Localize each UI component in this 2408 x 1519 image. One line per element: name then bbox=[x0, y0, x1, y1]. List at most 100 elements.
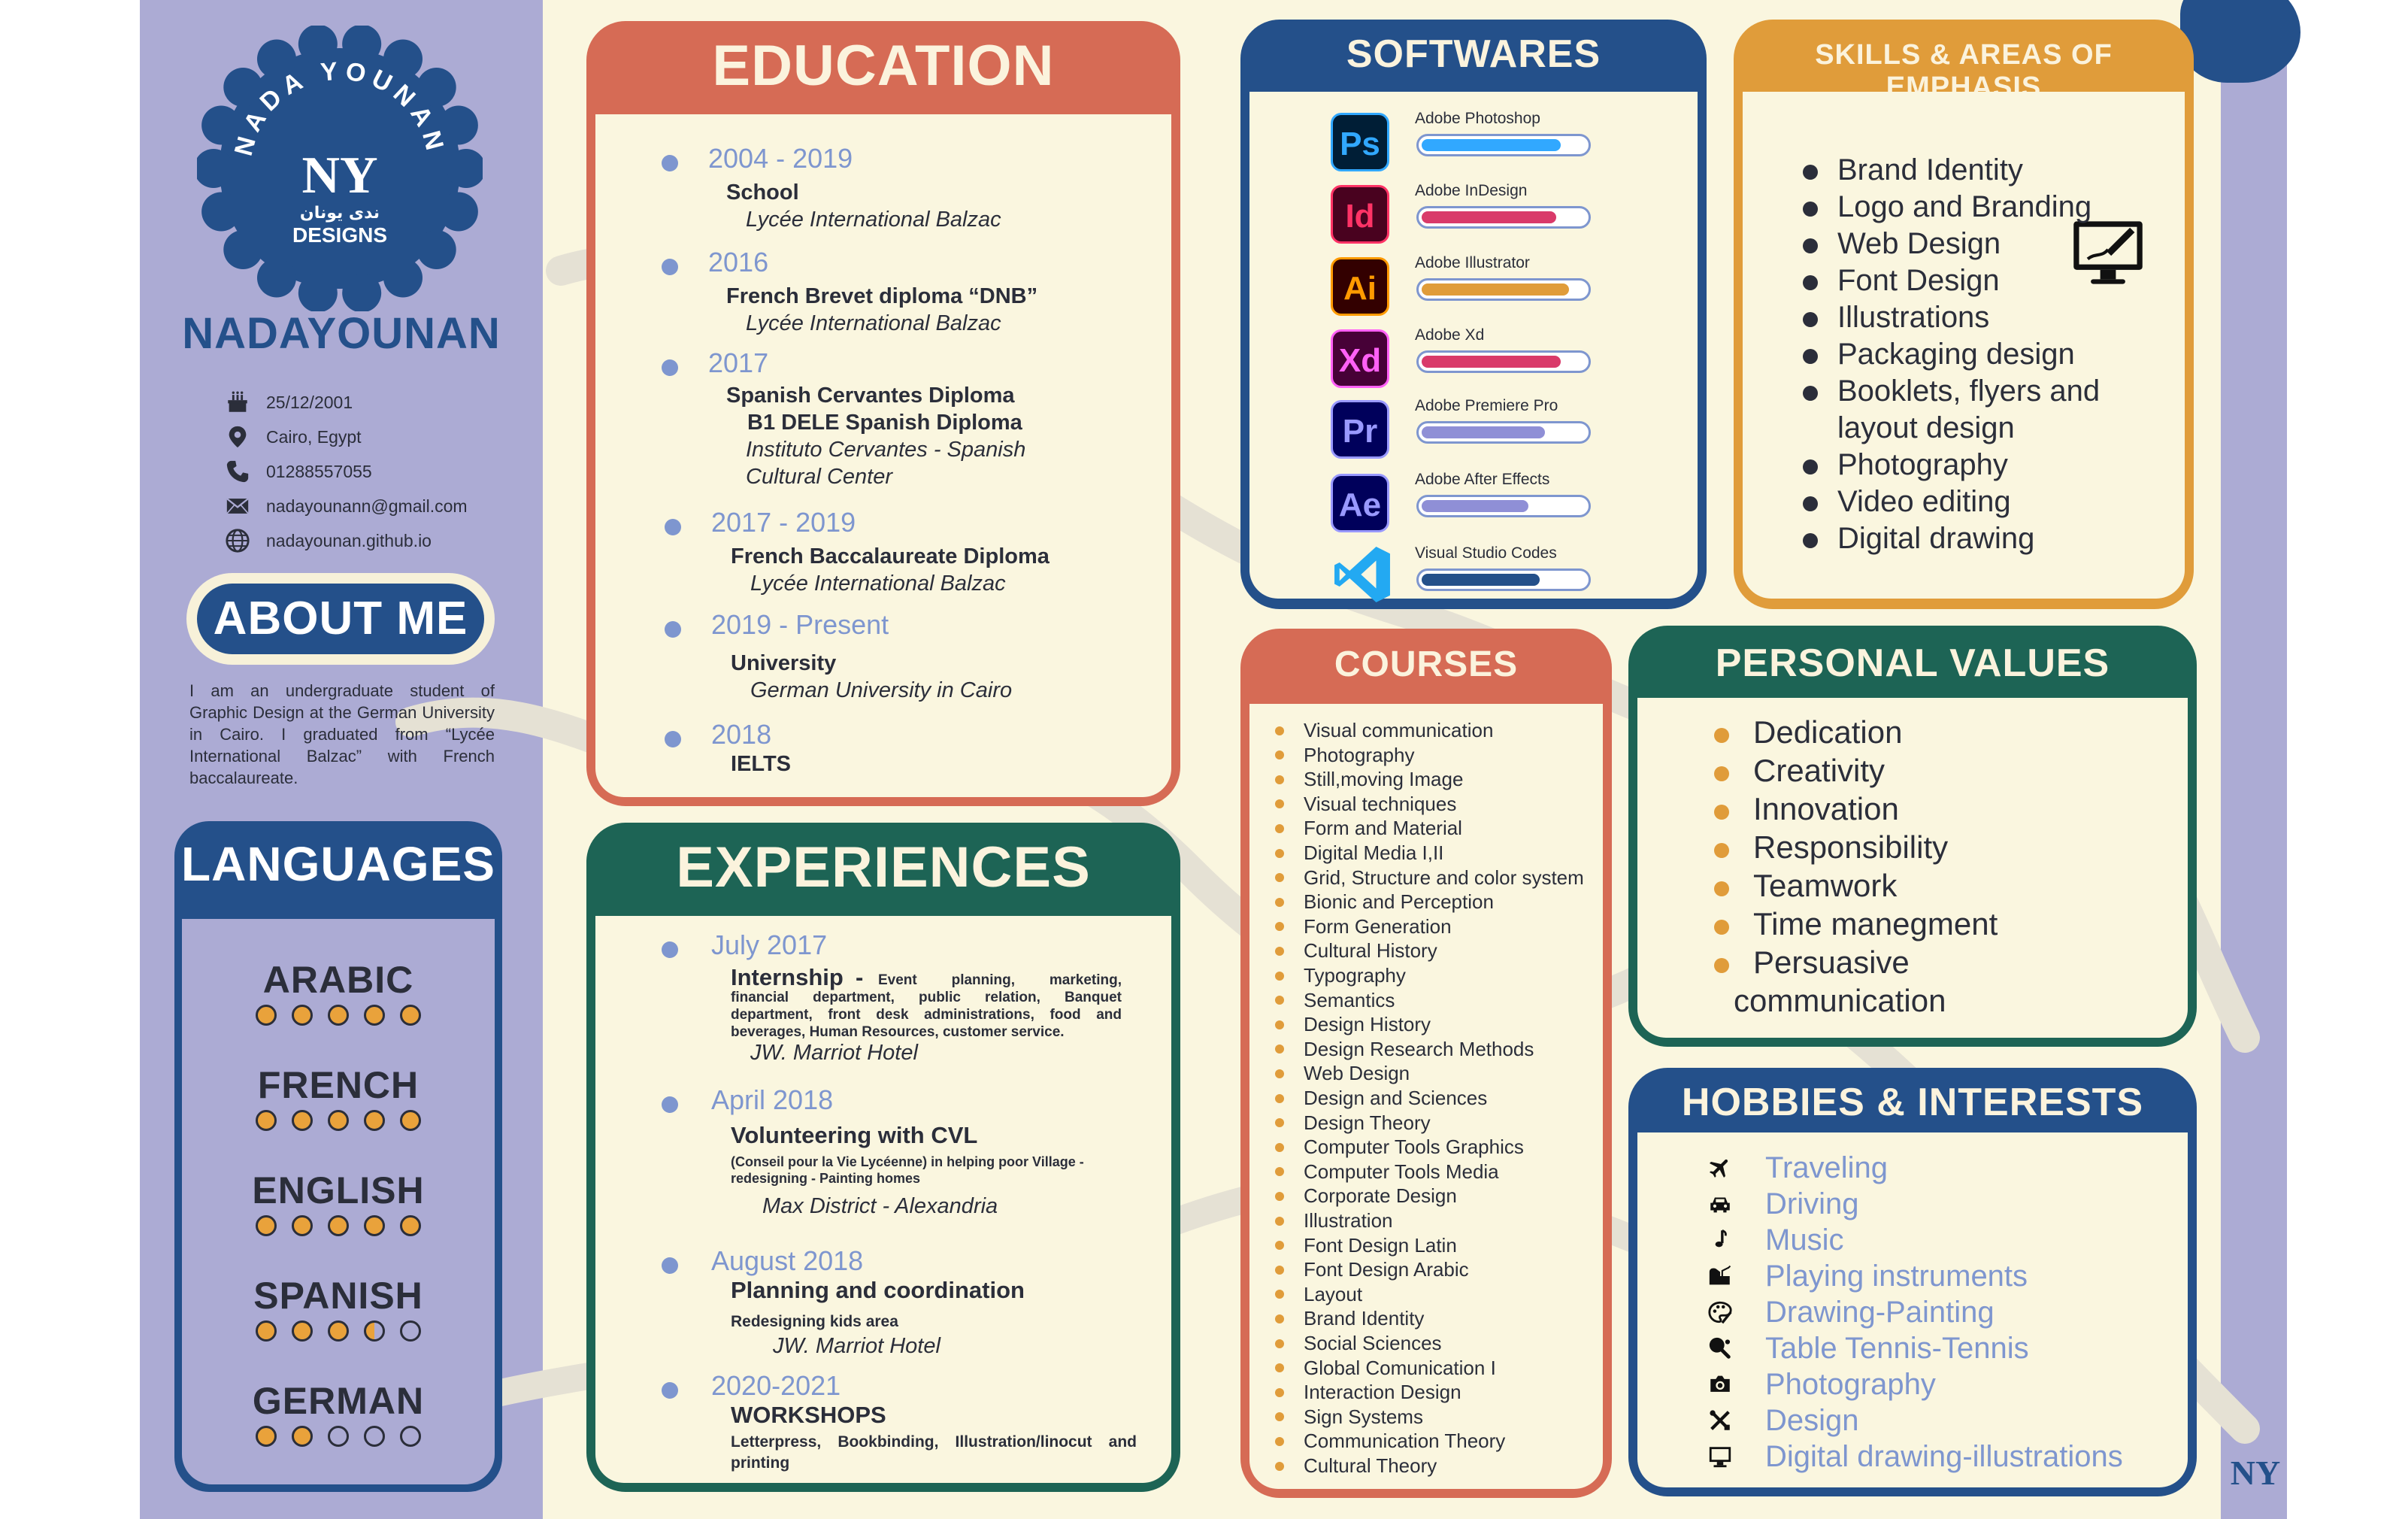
value-text: Time manegment bbox=[1753, 906, 1998, 941]
course-text: Cultural Theory bbox=[1304, 1454, 1437, 1477]
experience-date: August 2018 bbox=[711, 1245, 864, 1276]
skill-item: Web Design bbox=[1803, 227, 2001, 261]
contact-website[interactable]: nadayounan.github.io bbox=[223, 523, 468, 558]
languages-title: LANGUAGES bbox=[181, 837, 495, 891]
language-name: ARABIC bbox=[262, 959, 414, 1001]
badge-scallop bbox=[383, 258, 423, 298]
bullet bbox=[1275, 1191, 1284, 1201]
education-year: 2019 - Present bbox=[711, 609, 889, 640]
piano-icon bbox=[1705, 1263, 1735, 1290]
courses-body: Visual communication Photography Still,mov… bbox=[1249, 704, 1603, 1489]
software-logo-icon: Id bbox=[1331, 185, 1389, 244]
course-item: Computer Tools Media bbox=[1275, 1160, 1499, 1184]
skill-text: layout design bbox=[1837, 411, 2015, 444]
skill-item: Packaging design bbox=[1803, 338, 2075, 371]
bullet bbox=[1275, 848, 1284, 858]
level-dot bbox=[364, 1320, 385, 1342]
badge-scallop bbox=[257, 258, 296, 298]
education-title-line: B1 DELE Spanish Diploma bbox=[747, 411, 1022, 435]
value-text: Dedication bbox=[1753, 714, 1903, 750]
hobby-text: Photography bbox=[1765, 1367, 1936, 1401]
value-text: Teamwork bbox=[1753, 868, 1898, 903]
value-text: communication bbox=[1734, 983, 1946, 1018]
course-text: Computer Tools Media bbox=[1304, 1160, 1499, 1183]
contact-list: 25/12/2001 Cairo, Egypt 01288557055 nada… bbox=[223, 385, 468, 558]
monitor-pen-icon bbox=[2073, 221, 2143, 284]
course-item: Communication Theory bbox=[1275, 1430, 1505, 1453]
value-item: Innovation bbox=[1714, 791, 1899, 827]
experience-role: Planning and coordination bbox=[731, 1277, 1025, 1303]
course-text: Computer Tools Graphics bbox=[1304, 1135, 1524, 1159]
software-item: Ae Adobe After Effects bbox=[1249, 471, 1698, 538]
brand-badge: NADA YOUNAN NY ندى يونان DESIGNS bbox=[197, 26, 483, 311]
airplane-icon bbox=[1705, 1154, 1735, 1181]
bullet bbox=[1275, 775, 1284, 784]
level-dot bbox=[328, 1005, 349, 1026]
course-text: Illustration bbox=[1304, 1209, 1393, 1232]
education-title-line: IELTS bbox=[731, 752, 792, 776]
hobbies-title: HOBBIES & INTERESTS bbox=[1681, 1081, 2144, 1124]
contact-text: nadayounann@gmail.com bbox=[266, 496, 468, 516]
experience-role: WORKSHOPS bbox=[731, 1402, 886, 1428]
education-institution: German University in Cairo bbox=[750, 678, 1013, 702]
language-name: SPANISH bbox=[253, 1275, 423, 1317]
experiences-body: July 2017 Internship - Event planning, m… bbox=[595, 916, 1171, 1483]
software-skill-fill bbox=[1422, 211, 1556, 223]
bullet bbox=[1803, 165, 1818, 180]
value-item: communication bbox=[1734, 983, 1946, 1019]
right-strip bbox=[2221, 0, 2287, 1519]
timeline-bullet bbox=[665, 621, 681, 638]
experiences-card: EXPERIENCES July 2017 Internship - Event… bbox=[586, 823, 1180, 1492]
course-text: Web Design bbox=[1304, 1062, 1410, 1085]
about-text: I am an undergraduate student of Graphic… bbox=[189, 681, 495, 787]
level-dot bbox=[292, 1320, 313, 1342]
bullet bbox=[1275, 1118, 1284, 1128]
software-name: Adobe After Effects bbox=[1415, 471, 1550, 488]
music-note-icon bbox=[1705, 1226, 1735, 1254]
contact-email[interactable]: nadayounann@gmail.com bbox=[223, 489, 468, 523]
software-name: Adobe Photoshop bbox=[1415, 110, 1540, 127]
software-skill-bar bbox=[1416, 495, 1591, 517]
skill-text: Video editing bbox=[1837, 485, 2011, 518]
badge-monogram: NY bbox=[301, 147, 377, 205]
bullet bbox=[1714, 766, 1729, 781]
course-item: Form Generation bbox=[1275, 915, 1452, 938]
hobby-item: Design bbox=[1705, 1403, 1859, 1438]
level-dot bbox=[400, 1215, 421, 1236]
software-name: Adobe Illustrator bbox=[1415, 254, 1530, 271]
education-year: 2016 bbox=[708, 247, 769, 277]
value-text: Persuasive bbox=[1753, 944, 1910, 980]
bullet bbox=[1803, 202, 1818, 217]
course-text: Photography bbox=[1304, 743, 1415, 766]
course-text: Digital Media I,II bbox=[1304, 841, 1444, 864]
course-text: Form and Material bbox=[1304, 817, 1462, 840]
softwares-body: Ps Adobe Photoshop Id Adobe InDesign Ai Adobe… bbox=[1249, 92, 1698, 602]
contact-phone[interactable]: 01288557055 bbox=[223, 454, 468, 489]
course-item: Digital Media I,II bbox=[1275, 841, 1443, 865]
timeline-bullet bbox=[662, 1096, 678, 1113]
level-dot bbox=[400, 1005, 421, 1026]
email-icon bbox=[223, 493, 253, 519]
bullet bbox=[1275, 1412, 1284, 1422]
level-dot bbox=[328, 1426, 349, 1447]
languages-card: LANGUAGES ARABIC FRENCH ENGLISH SPANISH GERM… bbox=[174, 821, 502, 1492]
level-dot bbox=[328, 1320, 349, 1342]
course-item: Cultural Theory bbox=[1275, 1454, 1437, 1478]
bullet bbox=[1275, 996, 1284, 1005]
value-item: Dedication bbox=[1714, 714, 1902, 750]
skill-item: Video editing bbox=[1803, 485, 2011, 519]
course-item: Computer Tools Graphics bbox=[1275, 1135, 1524, 1159]
hobby-item: Drawing-Painting bbox=[1705, 1295, 1995, 1330]
experience-place: JW. Marriot Hotel bbox=[773, 1334, 940, 1358]
skill-text: Booklets, flyers and bbox=[1837, 374, 2101, 408]
course-item: Corporate Design bbox=[1275, 1184, 1457, 1208]
bullet bbox=[1275, 1069, 1284, 1078]
level-dot bbox=[328, 1215, 349, 1236]
level-dot bbox=[364, 1005, 385, 1026]
skill-item: Digital drawing bbox=[1803, 522, 2034, 556]
course-text: Font Design Latin bbox=[1304, 1233, 1457, 1257]
course-item: Interaction Design bbox=[1275, 1381, 1461, 1404]
course-text: Brand Identity bbox=[1304, 1307, 1425, 1330]
timeline-bullet bbox=[665, 731, 681, 747]
software-item: Visual Studio Codes bbox=[1249, 544, 1698, 612]
